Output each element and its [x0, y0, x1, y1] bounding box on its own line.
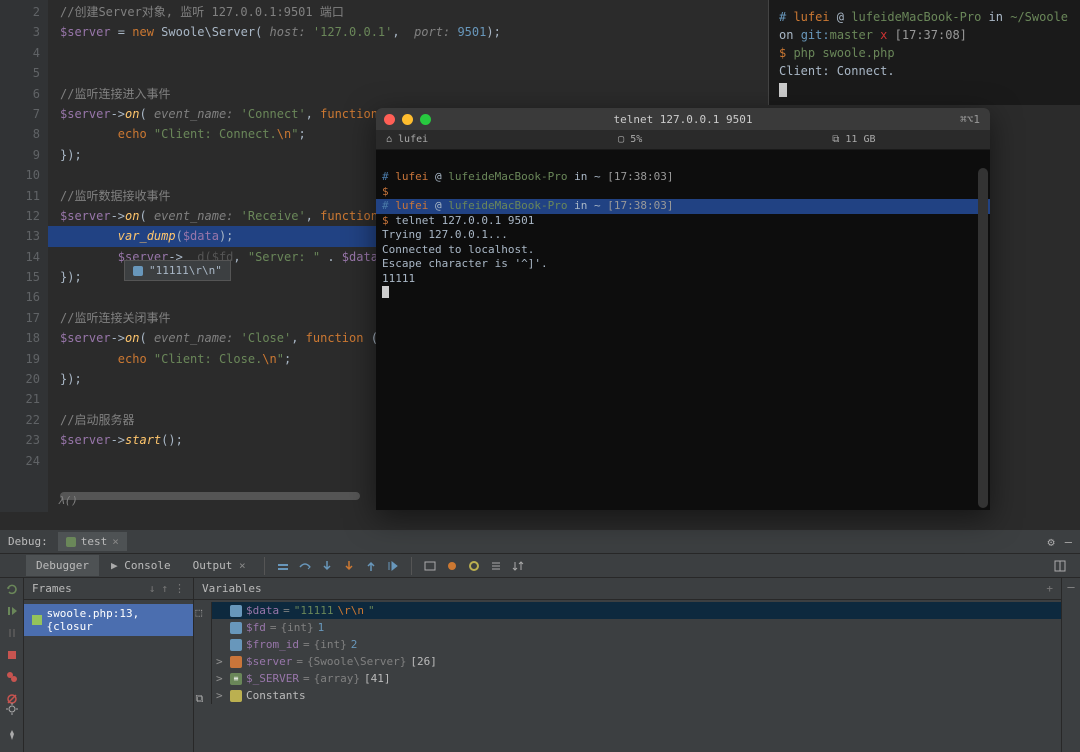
gutter: 23456789101112131415161718192021222324	[0, 0, 48, 512]
pause-icon[interactable]	[5, 626, 19, 640]
terminal-line: on git:master x [17:37:08]	[779, 26, 1070, 44]
debug-config-tab[interactable]: test ×	[58, 532, 127, 551]
copy-icon[interactable]: ⧉	[196, 690, 210, 704]
sort-icon[interactable]	[508, 556, 528, 576]
terminal-line: Trying 127.0.0.1...	[382, 228, 984, 243]
terminal-statusbar: ⌂ lufei ▢ 5% ⧉ 11 GB	[376, 130, 990, 150]
debug-label: Debug:	[8, 535, 48, 548]
telnet-terminal-window[interactable]: telnet 127.0.0.1 9501 ⌘⌥1 ⌂ lufei ▢ 5% ⧉…	[376, 108, 990, 510]
toggle-icon[interactable]	[442, 556, 462, 576]
gear-icon[interactable]: ⚙	[1048, 535, 1055, 549]
settings-icon[interactable]	[5, 702, 19, 716]
debug-panel: Debug: test × ⚙ — Debugger ▶ Console Out…	[0, 530, 1080, 752]
window-shortcut: ⌘⌥1	[960, 113, 980, 126]
debug-value-tooltip: "11111\r\n"	[124, 260, 231, 281]
php-file-icon	[32, 615, 42, 625]
step-into-icon[interactable]	[317, 556, 337, 576]
terminal-line: 11111	[382, 272, 984, 287]
terminal-cursor	[382, 286, 984, 303]
stop-icon[interactable]	[5, 648, 19, 662]
prev-frame-icon[interactable]: ↓	[149, 582, 156, 595]
collapse-icon[interactable]: —	[1067, 580, 1074, 594]
view-breakpoints-icon[interactable]	[5, 670, 19, 684]
variable-row[interactable]: $fd = {int} 1	[212, 619, 1061, 636]
cpu-indicator: ▢ 5%	[618, 134, 642, 145]
ide-bottom-leftbar	[0, 702, 24, 752]
debug-rightbar: —	[1062, 578, 1080, 752]
frame-item[interactable]: swoole.php:13, {closur	[24, 604, 193, 636]
resume-icon[interactable]	[5, 604, 19, 618]
debug-header: Debug: test × ⚙ —	[0, 530, 1080, 554]
tab-console[interactable]: ▶ Console	[101, 555, 181, 576]
evaluate-expression-icon[interactable]	[420, 556, 440, 576]
terminal-line: $	[382, 185, 984, 200]
debug-toolbar: Debugger ▶ Console Output ×	[0, 554, 1080, 578]
terminal-scrollbar[interactable]	[978, 168, 988, 508]
terminal-line: Connected to localhost.	[382, 243, 984, 258]
terminal-line-highlighted: # lufei @ lufeideMacBook-Pro in ~ [17:38…	[376, 199, 990, 214]
frames-title: Frames	[32, 582, 72, 595]
terminal-line: Escape character is '^]'.	[382, 257, 984, 272]
terminal-body[interactable]: # lufei @ lufeideMacBook-Pro in ~ [17:38…	[376, 150, 990, 309]
step-out-icon[interactable]	[361, 556, 381, 576]
breadcrumb[interactable]: λ()	[48, 494, 78, 512]
variables-panel: Variables + ⬚ ⧉ $data = "11111\r\n"$fd =…	[194, 578, 1062, 752]
terminal-line: Client: Connect.	[779, 62, 1070, 80]
terminal-line: # lufei @ lufeideMacBook-Pro in ~ [17:38…	[382, 170, 984, 185]
variable-row[interactable]: $from_id = {int} 2	[212, 636, 1061, 653]
variable-row[interactable]: >≡$_SERVER = {array} [41]	[212, 670, 1061, 687]
ide-terminal-panel[interactable]: # lufei @ lufeideMacBook-Pro in ~/Swoole…	[768, 0, 1080, 105]
show-execution-point-icon[interactable]	[273, 556, 293, 576]
php-icon	[66, 537, 76, 547]
horizontal-scrollbar[interactable]	[60, 492, 360, 500]
force-step-into-icon[interactable]	[339, 556, 359, 576]
terminal-line: $ telnet 127.0.0.1 9501	[382, 214, 984, 229]
terminal-line: $ php swoole.php	[779, 44, 1070, 62]
tab-output[interactable]: Output ×	[183, 555, 256, 576]
value-icon	[133, 266, 143, 276]
more-icon[interactable]: ⋮	[174, 582, 185, 595]
variables-title: Variables	[202, 582, 262, 595]
frames-panel: Frames ↓ ↑ ⋮ swoole.php:13, {closur	[24, 578, 194, 752]
user-badge: ⌂ lufei	[386, 134, 428, 145]
pin-icon[interactable]	[5, 728, 19, 742]
variable-row[interactable]: $data = "11111\r\n"	[212, 602, 1061, 619]
link-icon[interactable]: ⬚	[196, 604, 210, 618]
close-icon: ×	[239, 559, 246, 572]
rerun-icon[interactable]	[5, 582, 19, 596]
close-icon[interactable]: ×	[112, 535, 119, 548]
tooltip-text: "11111\r\n"	[149, 264, 222, 277]
tab-debugger[interactable]: Debugger	[26, 555, 99, 576]
variable-row[interactable]: >$server = {Swoole\Server} [26]	[212, 653, 1061, 670]
next-frame-icon[interactable]: ↑	[161, 582, 168, 595]
layout-icon[interactable]	[1050, 556, 1070, 576]
run-to-cursor-icon[interactable]	[383, 556, 403, 576]
terminal-cursor	[779, 80, 1070, 98]
terminal-line: # lufei @ lufeideMacBook-Pro in ~/Swoole	[779, 8, 1070, 26]
add-watch-icon[interactable]: +	[1046, 582, 1053, 595]
minimize-icon[interactable]: —	[1065, 535, 1072, 549]
settings-icon[interactable]	[464, 556, 484, 576]
list-icon[interactable]	[486, 556, 506, 576]
mem-indicator: ⧉ 11 GB	[832, 134, 875, 145]
window-titlebar[interactable]: telnet 127.0.0.1 9501 ⌘⌥1	[376, 108, 990, 130]
window-title: telnet 127.0.0.1 9501	[376, 113, 990, 126]
variable-row[interactable]: >Constants	[212, 687, 1061, 704]
step-over-icon[interactable]	[295, 556, 315, 576]
